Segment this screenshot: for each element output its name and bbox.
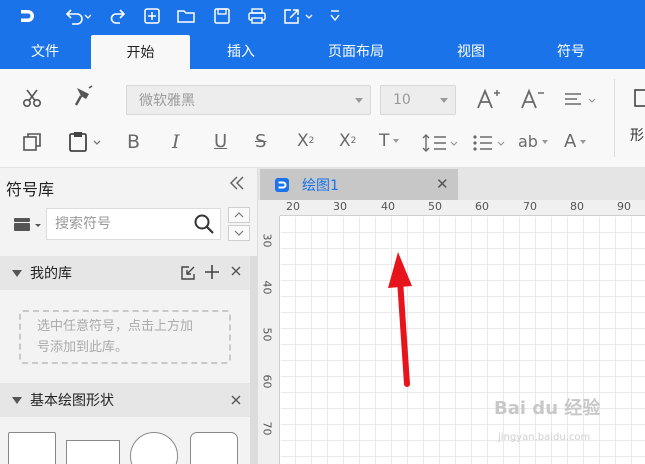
print-icon[interactable]	[244, 4, 270, 28]
ruler-label: 50	[428, 200, 442, 213]
hint-line-2: 号添加到此库。	[37, 340, 129, 355]
strikethrough-icon[interactable]: S	[255, 131, 266, 152]
font-family-select[interactable]: 微软雅黑	[126, 85, 371, 115]
font-color-icon[interactable]: A	[564, 131, 587, 152]
scroll-down-button[interactable]	[228, 225, 250, 241]
bullet-list-icon[interactable]	[470, 131, 510, 155]
document-icon	[274, 177, 290, 197]
text-format-icon[interactable]: T	[379, 131, 400, 151]
my-library-label: 我的库	[30, 266, 72, 282]
symbol-search-input[interactable]	[47, 209, 187, 239]
document-tab-name: 绘图1	[302, 177, 339, 194]
ruler-label: 60	[475, 200, 489, 213]
customize-icon[interactable]	[326, 4, 344, 28]
watermark-url: jingyan.baidu.com	[498, 432, 591, 443]
panel-scrollbar[interactable]	[250, 256, 257, 464]
ribbon-divider	[614, 79, 615, 157]
underline-icon[interactable]: U	[214, 131, 227, 152]
tab-page-layout[interactable]: 页面布局	[312, 33, 400, 69]
increase-font-size-icon[interactable]	[476, 85, 502, 113]
ruler-label: 80	[570, 200, 584, 213]
watermark: Bai du 经验	[494, 398, 601, 419]
my-library-header[interactable]: 我的库	[0, 256, 250, 290]
shape-circle[interactable]	[130, 432, 178, 464]
menu-bar: 文件 开始 插入 页面布局 视图 符号	[0, 33, 645, 69]
undo-icon[interactable]	[60, 4, 94, 28]
shape-rounded-rectangle[interactable]	[190, 432, 238, 464]
ruler-label: 40	[381, 200, 395, 213]
tab-view[interactable]: 视图	[440, 33, 502, 69]
new-page-icon[interactable]	[140, 4, 164, 28]
decrease-font-size-icon[interactable]	[520, 85, 546, 113]
subscript-icon[interactable]: X2	[339, 131, 356, 151]
collapse-panel-icon[interactable]	[228, 174, 246, 197]
tab-insert[interactable]: 插入	[208, 33, 274, 69]
tab-file[interactable]: 文件	[14, 33, 76, 69]
text-highlight-button[interactable]: ab	[518, 132, 548, 151]
font-size-value: 10	[393, 92, 411, 108]
cut-icon[interactable]	[20, 85, 44, 111]
import-icon[interactable]	[180, 265, 196, 285]
bold-icon[interactable]: B	[127, 131, 140, 153]
close-icon[interactable]	[230, 265, 242, 281]
save-icon[interactable]	[210, 4, 234, 28]
format-painter-icon[interactable]	[70, 83, 96, 111]
ribbon: 微软雅黑 10 形 B I U S X2 X2 T ab A	[0, 69, 645, 168]
ruler-label: 70	[260, 421, 274, 436]
document-tab[interactable]: 绘图1 ✕	[260, 169, 458, 200]
close-tab-icon[interactable]: ✕	[436, 175, 449, 193]
search-icon[interactable]	[193, 213, 215, 239]
app-logo-icon[interactable]	[14, 4, 40, 28]
italic-icon[interactable]: I	[172, 131, 180, 153]
shape-icon[interactable]	[632, 87, 645, 109]
ruler-label: 50	[260, 327, 274, 342]
symbol-search-box	[46, 208, 221, 240]
close-icon[interactable]	[230, 394, 242, 410]
panel-title: 符号库	[6, 180, 55, 199]
ruler-label: 30	[333, 200, 347, 213]
ruler-label: 60	[260, 374, 274, 389]
ruler-corner	[258, 200, 280, 216]
vertical-ruler: 30 40 50 60 70	[258, 216, 280, 464]
document-tab-bar: 绘图1 ✕	[258, 168, 645, 200]
redo-icon[interactable]	[106, 4, 130, 28]
tab-home[interactable]: 开始	[91, 35, 190, 69]
shape-label[interactable]: 形	[630, 125, 644, 145]
copy-icon[interactable]	[20, 129, 44, 155]
collapse-triangle-icon[interactable]	[12, 397, 22, 404]
scroll-up-button[interactable]	[228, 207, 250, 223]
empty-library-hint: 选中任意符号，点击上方加 号添加到此库。	[19, 310, 231, 364]
library-menu-icon[interactable]	[12, 215, 44, 237]
ruler-label: 70	[523, 200, 537, 213]
collapse-triangle-icon[interactable]	[12, 270, 22, 277]
chevron-down-icon	[440, 98, 448, 103]
shape-square[interactable]	[8, 432, 56, 464]
red-arrow-annotation	[388, 252, 412, 387]
export-icon[interactable]	[280, 4, 316, 28]
font-size-select[interactable]: 10	[380, 85, 456, 115]
paste-icon[interactable]	[66, 129, 104, 155]
basic-shapes-label: 基本绘图形状	[30, 393, 114, 409]
text-highlight-label: ab	[518, 132, 538, 151]
ruler-label: 90	[617, 200, 631, 213]
font-family-value: 微软雅黑	[139, 93, 195, 109]
ruler-label: 20	[286, 200, 300, 213]
shape-rectangle[interactable]	[66, 440, 120, 464]
open-folder-icon[interactable]	[174, 4, 198, 28]
tab-symbol[interactable]: 符号	[540, 33, 602, 69]
horizontal-ruler: 20 30 40 50 60 70 80 90	[280, 200, 645, 216]
superscript-icon[interactable]: X2	[297, 131, 314, 151]
basic-shapes-header[interactable]: 基本绘图形状	[0, 383, 250, 417]
add-icon[interactable]	[204, 264, 220, 284]
line-spacing-icon[interactable]	[420, 131, 460, 155]
chevron-down-icon	[355, 98, 363, 103]
drawing-canvas[interactable]	[281, 217, 645, 464]
hint-line-1: 选中任意符号，点击上方加	[37, 319, 194, 334]
ruler-label: 30	[260, 233, 274, 248]
align-text-icon[interactable]	[560, 87, 600, 113]
ruler-label: 40	[260, 280, 274, 295]
symbol-library-panel: 符号库 我的库 选中任意符号，点击上方加 号添加到此库。	[0, 168, 258, 464]
title-bar	[0, 0, 645, 33]
